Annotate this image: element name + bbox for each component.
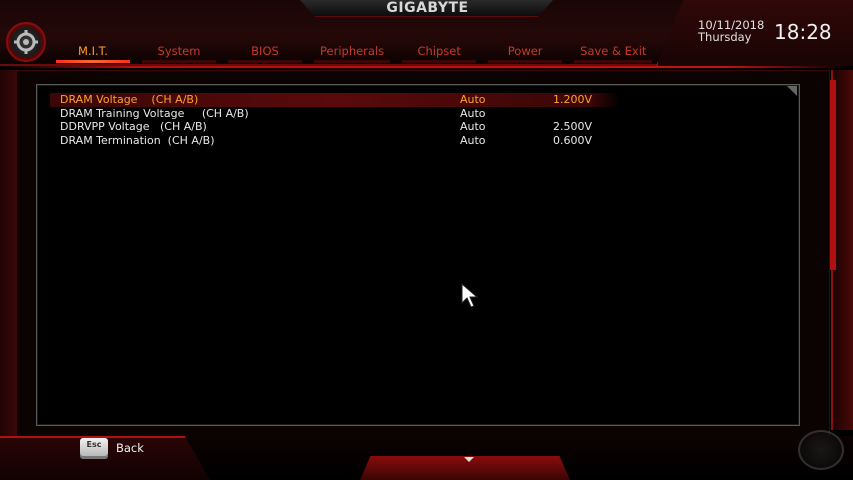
esc-key-icon[interactable]: Esc <box>80 438 108 456</box>
tab-system[interactable]: System <box>142 43 216 63</box>
setting-value: 0.600V <box>553 133 593 147</box>
setting-row-dram-termination[interactable]: DRAM Termination (CH A/B) Auto 0.600V <box>50 134 620 148</box>
setting-value: 1.200V <box>553 93 593 106</box>
setting-row-ddrvpp-voltage[interactable]: DDRVPP Voltage (CH A/B) Auto 2.500V <box>50 120 620 134</box>
tab-save-exit[interactable]: Save & Exit <box>574 43 653 63</box>
scrollbar[interactable] <box>830 80 836 270</box>
tab-bar: M.I.T. System BIOS Peripherals Chipset P… <box>56 43 653 63</box>
tab-peripherals[interactable]: Peripherals <box>314 43 391 63</box>
settings-list: DRAM Voltage (CH A/B) Auto 1.200V DRAM T… <box>50 93 620 147</box>
setting-row-dram-voltage[interactable]: DRAM Voltage (CH A/B) Auto 1.200V <box>50 93 620 107</box>
setting-name: DRAM Termination (CH A/B) <box>60 133 215 147</box>
tab-bios[interactable]: BIOS <box>228 43 302 63</box>
setting-name: DDRVPP Voltage (CH A/B) <box>60 120 207 133</box>
setting-mode[interactable]: Auto <box>460 93 486 106</box>
setting-name: DRAM Training Voltage (CH A/B) <box>60 106 249 120</box>
brand-title: GIGABYTE <box>386 0 469 16</box>
tab-mit[interactable]: M.I.T. <box>56 43 130 63</box>
tab-chipset[interactable]: Chipset <box>402 43 477 63</box>
clock-text: 18:28 <box>774 20 832 44</box>
setting-mode[interactable]: Auto <box>460 134 486 147</box>
panel-corner-icon <box>787 86 797 96</box>
tab-power[interactable]: Power <box>488 43 563 63</box>
left-frame <box>0 70 16 440</box>
setting-name: DRAM Voltage (CH A/B) <box>60 93 199 106</box>
weekday-text: Thursday <box>698 30 752 44</box>
gear-icon <box>6 22 46 62</box>
scroll-down-icon[interactable] <box>464 457 474 462</box>
setting-row-dram-training-voltage[interactable]: DRAM Training Voltage (CH A/B) Auto <box>50 107 620 121</box>
back-button[interactable]: Back <box>116 441 144 455</box>
watermark-logo <box>798 430 844 470</box>
mouse-pointer-icon <box>461 283 479 308</box>
setting-value: 2.500V <box>553 120 593 133</box>
setting-mode[interactable]: Auto <box>460 120 486 133</box>
datetime: 10/11/2018 Thursday 18:28 <box>688 18 848 46</box>
setting-mode[interactable]: Auto <box>460 107 486 120</box>
